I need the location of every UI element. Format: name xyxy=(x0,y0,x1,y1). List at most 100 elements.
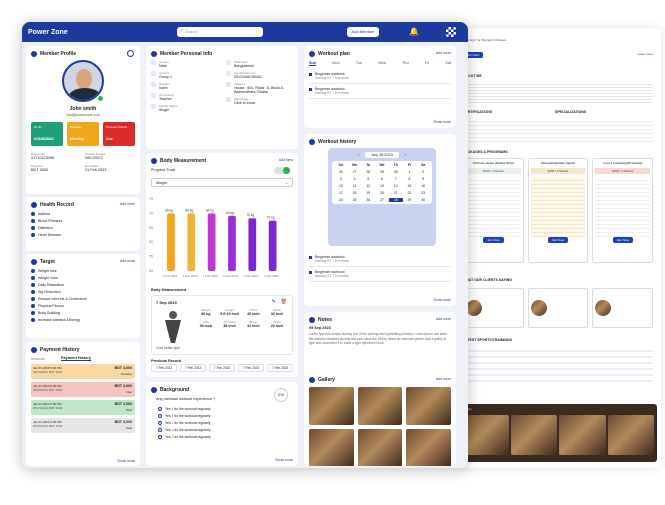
calendar-day[interactable]: 22 xyxy=(403,191,417,195)
calendar-day[interactable]: 27 xyxy=(348,170,362,174)
radio-icon[interactable] xyxy=(158,414,162,418)
chart-bar xyxy=(167,213,175,271)
calendar-day[interactable]: 12 xyxy=(361,184,375,188)
bg-plan-button[interactable]: Join Now xyxy=(547,237,569,243)
health-add-link[interactable]: Add more xyxy=(120,202,135,206)
calendar-day[interactable]: 17 xyxy=(334,191,348,195)
calendar-day[interactable]: 15 xyxy=(403,184,417,188)
payment-entry[interactable]: Jan 01 2023 5.00 PM #INV00012 BDT 3000 BDT… xyxy=(31,364,135,379)
previous-record-chip[interactable]: 7 Feb 2023 xyxy=(209,364,235,372)
prev-month-icon[interactable]: ‹ xyxy=(358,153,359,157)
search-input[interactable]: Search xyxy=(177,27,263,37)
tab-day[interactable]: Wed xyxy=(378,61,386,66)
calendar-day[interactable]: 30 xyxy=(416,198,430,202)
calendar-day[interactable]: 26 xyxy=(334,170,348,174)
workout-item[interactable]: Beginner workout Monday 8:1 7 Exercises xyxy=(309,252,451,267)
bg-plan-button[interactable]: Join Now xyxy=(612,237,633,243)
tab-day[interactable]: Tue xyxy=(356,61,362,66)
calendar-day[interactable]: 18 xyxy=(348,191,362,195)
calendar-day[interactable]: 13 xyxy=(375,184,389,188)
check-icon xyxy=(31,318,35,322)
progress-toggle[interactable] xyxy=(274,167,290,174)
x-tick-label: 1 Feb 2023 xyxy=(182,274,198,278)
bg-plan-button[interactable]: Join Now xyxy=(483,237,504,243)
gallery-photo[interactable] xyxy=(309,387,354,425)
calendar-day[interactable]: 7 xyxy=(389,177,403,181)
tab-invoices[interactable]: Invoices xyxy=(31,357,61,361)
calendar-day[interactable]: 25 xyxy=(348,198,362,202)
workout-item[interactable]: Beginner workout Monday 8:1 7 Exercises xyxy=(309,84,451,99)
workout-item[interactable]: Beginner workout Monday 8:1 7 Exercises xyxy=(309,267,451,282)
history-show-more[interactable]: Show more xyxy=(433,298,451,302)
flag-icon[interactable] xyxy=(446,27,456,37)
previous-record-chip[interactable]: 7 Feb 2023 xyxy=(238,364,264,372)
payment-show-more[interactable]: Show more xyxy=(117,459,135,463)
tab-day[interactable]: Fri xyxy=(425,61,429,66)
previous-record-chip[interactable]: 7 Feb 2023 xyxy=(267,364,293,372)
body-add-link[interactable]: Add New xyxy=(279,158,293,162)
radio-icon[interactable] xyxy=(158,407,162,411)
calendar-day[interactable]: 8 xyxy=(403,177,417,181)
gallery-add-link[interactable]: Add more xyxy=(436,377,451,381)
calendar-day[interactable]: 19 xyxy=(361,191,375,195)
calendar-day[interactable]: 6 xyxy=(375,177,389,181)
tab-day[interactable]: Sun xyxy=(309,61,317,66)
payment-entry[interactable]: Jan 01 2023 5.00 PM #INV00012 BDT 3000 BDT… xyxy=(31,382,135,397)
calendar-day[interactable]: 26 xyxy=(361,198,375,202)
calendar-day[interactable]: 14 xyxy=(389,184,403,188)
workout-item[interactable]: Beginner workout Monday 8:1 7 Exercises xyxy=(309,69,451,84)
radio-icon[interactable] xyxy=(158,421,162,425)
calendar-day[interactable]: 4 xyxy=(348,177,362,181)
calendar-day[interactable]: 29 xyxy=(375,170,389,174)
note-text: Lorem Ipsum is simply dummy text of the … xyxy=(309,332,447,346)
next-month-icon[interactable]: › xyxy=(405,153,406,157)
calendar-day[interactable]: 3 xyxy=(334,177,348,181)
calendar-day[interactable]: 16 xyxy=(416,184,430,188)
calendar-day[interactable]: 2 xyxy=(416,170,430,174)
tab-day[interactable]: Mon xyxy=(332,61,339,66)
calendar-day[interactable]: 30 xyxy=(389,170,403,174)
previous-record-chip[interactable]: 7 Feb 2023 xyxy=(180,364,206,372)
answer-list: Yes, I do the workout regularly Yes, I do… xyxy=(158,404,211,439)
gallery-photo[interactable] xyxy=(309,429,354,466)
tab-payment-history[interactable]: Payment History xyxy=(61,356,91,361)
payment-entry[interactable]: Jan 01 2023 5.00 PM #INV00012 BDT 3000 BDT… xyxy=(31,418,135,433)
gallery-photo[interactable] xyxy=(357,429,403,466)
radio-icon[interactable] xyxy=(158,428,162,432)
gallery-photo[interactable] xyxy=(406,387,451,425)
calendar-day[interactable]: 23 xyxy=(416,191,430,195)
background-show-more[interactable]: Show more xyxy=(275,458,293,462)
tab-day[interactable]: Sat xyxy=(445,61,451,66)
workout-show-more[interactable]: Show more xyxy=(433,120,451,124)
add-member-button[interactable]: Add Member xyxy=(347,27,379,37)
trash-icon[interactable]: 🗑 xyxy=(281,299,287,305)
previous-record-chip[interactable]: 7 Feb 2023 xyxy=(151,364,177,372)
calendar-day[interactable]: 9 xyxy=(416,177,430,181)
field-value: 00123456789451 xyxy=(234,75,262,79)
calendar-day[interactable]: 11 xyxy=(348,184,362,188)
target-add-link[interactable]: Add more xyxy=(120,259,135,263)
metric-select[interactable]: Weight ⌄ xyxy=(151,178,293,187)
tab-day[interactable]: Thu xyxy=(402,61,409,66)
calendar-day[interactable]: 1 xyxy=(403,170,417,174)
calendar-day[interactable]: 29 xyxy=(403,198,417,202)
radio-icon[interactable] xyxy=(158,435,162,439)
payment-entry[interactable]: Jan 01 2023 5.00 PM #INV00012 BDT 3000 BDT… xyxy=(31,400,135,415)
calendar-day[interactable]: 20 xyxy=(375,191,389,195)
calendar-day[interactable]: 24 xyxy=(334,198,348,202)
gallery-photo[interactable] xyxy=(406,429,451,466)
edit-icon[interactable]: ✎ xyxy=(272,299,276,305)
calendar-day[interactable]: 5 xyxy=(361,177,375,181)
notes-add-link[interactable]: Add more xyxy=(436,317,451,321)
field-icon xyxy=(151,93,156,98)
gallery-photo[interactable] xyxy=(357,387,403,425)
calendar-day[interactable]: 28 xyxy=(361,170,375,174)
calendar-day[interactable]: 27 xyxy=(375,198,389,202)
calendar-day[interactable]: 10 xyxy=(334,184,348,188)
edit-icon[interactable] xyxy=(127,50,134,57)
calendar-day[interactable]: 21 xyxy=(389,191,403,195)
workout-add-link[interactable]: Add more xyxy=(436,51,451,55)
bg-learn-link[interactable]: Learn more xyxy=(638,52,653,56)
calendar-day[interactable]: 28 xyxy=(388,198,403,202)
bell-icon[interactable]: 🔔 xyxy=(409,27,419,37)
